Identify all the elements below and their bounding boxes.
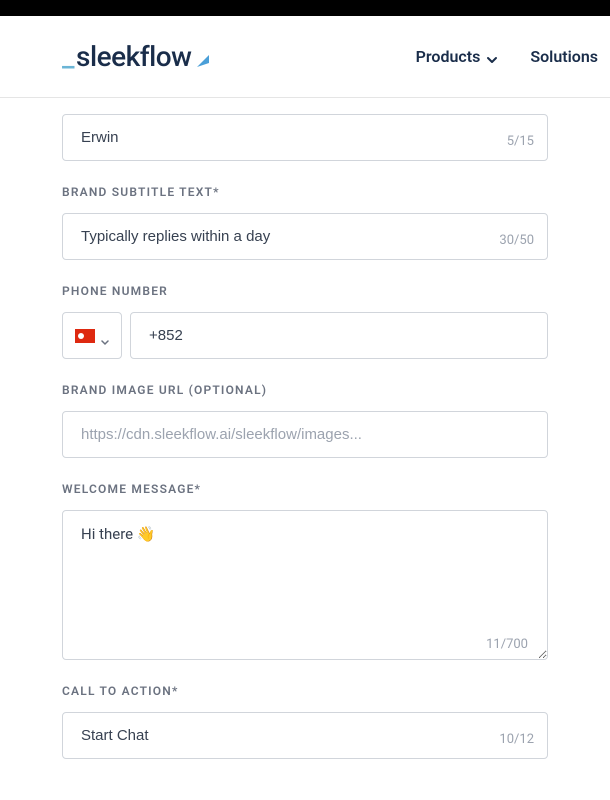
- phone-wrapper: [62, 312, 548, 359]
- caret-down-icon: [101, 332, 109, 340]
- nav-products[interactable]: Products: [416, 47, 499, 66]
- phone-group: PHONE NUMBER: [62, 284, 548, 359]
- phone-label: PHONE NUMBER: [62, 284, 548, 298]
- page-header: _ sleekflow Products Solutions: [0, 16, 610, 98]
- brand-name-group: 5/15: [62, 114, 548, 161]
- brand-image-wrapper: [62, 411, 548, 458]
- logo-arrow-icon: [195, 43, 211, 59]
- welcome-message-wrapper: 11/700: [62, 510, 548, 660]
- logo-text: sleekflow: [76, 40, 191, 73]
- nav-solutions[interactable]: Solutions: [530, 47, 598, 66]
- brand-image-label: BRAND IMAGE URL (OPTIONAL): [62, 383, 548, 397]
- cta-group: CALL TO ACTION* 10/12: [62, 684, 548, 759]
- welcome-message-counter: 11/700: [486, 637, 528, 652]
- brand-subtitle-input[interactable]: [62, 213, 548, 260]
- welcome-message-group: WELCOME MESSAGE* 11/700: [62, 482, 548, 660]
- cta-label: CALL TO ACTION*: [62, 684, 548, 698]
- brand-name-wrapper: 5/15: [62, 114, 548, 161]
- brand-subtitle-counter: 30/50: [499, 233, 534, 248]
- brand-name-input[interactable]: [62, 114, 548, 161]
- flag-icon: [75, 329, 95, 343]
- cta-counter: 10/12: [499, 732, 534, 747]
- browser-top-bar: [0, 0, 610, 16]
- country-select[interactable]: [62, 312, 122, 359]
- cta-wrapper: 10/12: [62, 712, 548, 759]
- brand-subtitle-wrapper: 30/50: [62, 213, 548, 260]
- brand-image-input[interactable]: [62, 411, 548, 458]
- chevron-down-icon: [486, 51, 498, 63]
- logo-underscore: _: [62, 40, 74, 73]
- brand-subtitle-group: BRAND SUBTITLE TEXT* 30/50: [62, 185, 548, 260]
- form-container: 5/15 BRAND SUBTITLE TEXT* 30/50 PHONE NU…: [0, 98, 610, 759]
- cta-input[interactable]: [62, 712, 548, 759]
- brand-subtitle-label: BRAND SUBTITLE TEXT*: [62, 185, 548, 199]
- main-nav: Products Solutions: [416, 47, 610, 66]
- brand-name-counter: 5/15: [507, 134, 534, 149]
- nav-solutions-label: Solutions: [530, 47, 598, 66]
- welcome-message-label: WELCOME MESSAGE*: [62, 482, 548, 496]
- brand-image-group: BRAND IMAGE URL (OPTIONAL): [62, 383, 548, 458]
- phone-input[interactable]: [130, 312, 548, 359]
- logo[interactable]: _ sleekflow: [62, 40, 211, 73]
- nav-products-label: Products: [416, 47, 481, 66]
- welcome-message-textarea[interactable]: [62, 510, 548, 660]
